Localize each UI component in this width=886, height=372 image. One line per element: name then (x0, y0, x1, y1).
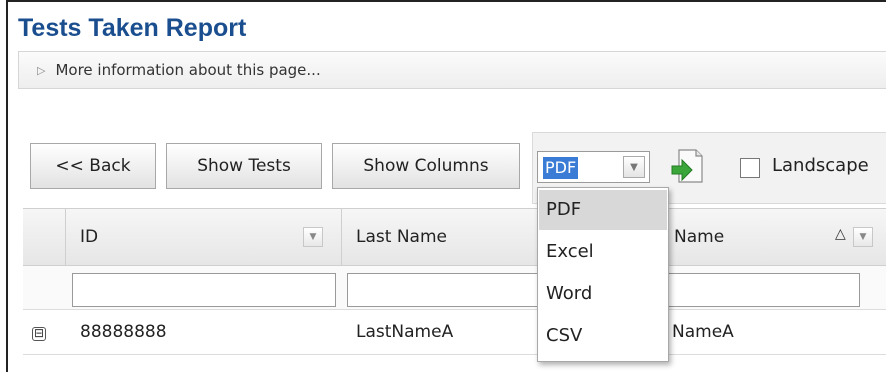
chevron-down-icon[interactable]: ▼ (623, 156, 645, 178)
export-document-icon[interactable] (670, 148, 704, 184)
filter-input-name[interactable] (660, 273, 860, 307)
cell-name: NameA (672, 322, 734, 342)
sort-ascending-icon[interactable]: △ (835, 226, 846, 242)
dropdown-option-excel[interactable]: Excel (539, 232, 667, 272)
dropdown-option-word[interactable]: Word (539, 274, 667, 314)
expand-triangle-icon: ▷ (37, 63, 46, 77)
column-menu-icon[interactable]: ▼ (853, 227, 873, 247)
cell-last-name: LastNameA (356, 322, 454, 342)
grid-header-spacer (23, 208, 66, 266)
page-title: Tests Taken Report (18, 14, 247, 42)
dropdown-option-csv[interactable]: CSV (539, 316, 667, 356)
landscape-checkbox[interactable] (740, 158, 760, 178)
export-format-value: PDF (543, 157, 579, 179)
landscape-label: Landscape (772, 155, 869, 176)
more-info-link[interactable]: More information about this page... (55, 61, 320, 79)
cell-id: 88888888 (80, 322, 167, 342)
back-button[interactable]: << Back (30, 143, 156, 189)
column-header-last-name[interactable]: Last Name (342, 208, 542, 266)
column-header-id[interactable]: ID (66, 208, 342, 266)
filter-input-last-name[interactable] (347, 273, 547, 307)
dropdown-option-pdf[interactable]: PDF (539, 190, 667, 230)
export-format-dropdown: PDF Excel Word CSV (537, 187, 669, 362)
column-menu-icon[interactable]: ▼ (303, 227, 323, 247)
filter-input-id[interactable] (72, 273, 336, 307)
collapse-row-icon[interactable]: ⊟ (32, 327, 46, 341)
show-columns-button[interactable]: Show Columns (332, 143, 520, 189)
show-tests-button[interactable]: Show Tests (166, 143, 322, 189)
more-info-bar[interactable]: ▷ More information about this page... (18, 51, 886, 89)
export-format-select[interactable]: PDF ▼ (537, 151, 650, 183)
